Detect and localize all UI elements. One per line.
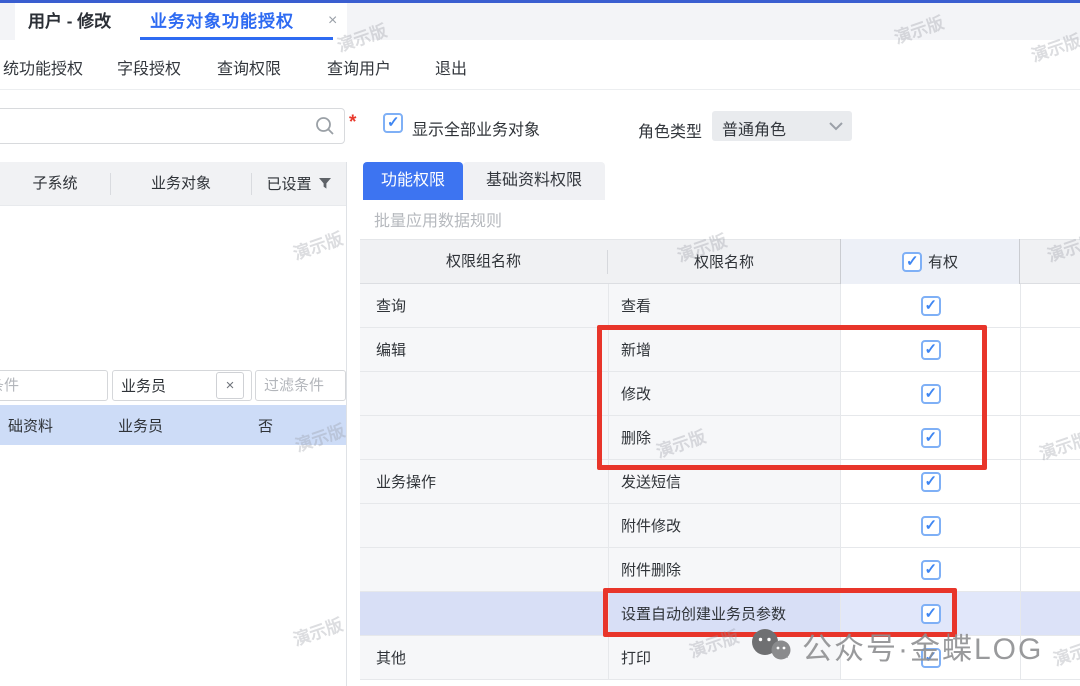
chevron-down-icon	[828, 121, 844, 131]
required-asterisk: *	[349, 112, 356, 134]
permission-table-body: 查询 查看 编辑 新增 修改 删除 业务操作 发送短信	[360, 284, 1080, 680]
clear-filter-button[interactable]: ×	[216, 372, 244, 399]
menu-item-field-auth[interactable]: 字段授权	[117, 55, 181, 79]
cell-subsystem: 础资料	[0, 415, 110, 436]
cell-empty	[1020, 636, 1080, 680]
cell-empty	[1020, 548, 1080, 592]
granted-checkbox[interactable]	[921, 340, 941, 360]
granted-checkbox[interactable]	[921, 560, 941, 580]
cell-empty	[1020, 416, 1080, 460]
menu-item-query-user[interactable]: 查询用户	[327, 55, 391, 79]
granted-header-label: 有权	[928, 251, 958, 272]
cell-empty	[1020, 372, 1080, 416]
role-type-label: 角色类型	[638, 118, 702, 142]
cell-empty	[1020, 328, 1080, 372]
cell-granted	[840, 460, 1020, 504]
granted-checkbox[interactable]	[921, 296, 941, 316]
business-object-list-panel: 子系统 业务对象 已设置 × 础资料 业务员 否	[0, 162, 347, 686]
filter-input-is-set[interactable]	[255, 370, 346, 401]
table-row[interactable]: 删除	[360, 416, 1080, 460]
menu-item-query-permission[interactable]: 查询权限	[217, 55, 281, 79]
table-row[interactable]: 础资料 业务员 否	[0, 405, 346, 445]
cell-permission-group: 业务操作	[360, 460, 608, 504]
cell-empty	[1020, 460, 1080, 504]
role-type-value: 普通角色	[722, 116, 786, 140]
granted-checkbox[interactable]	[921, 384, 941, 404]
column-header-permission-name[interactable]: 权限名称	[608, 251, 840, 272]
cell-empty	[1020, 592, 1080, 636]
column-header-permission-group[interactable]: 权限组名称	[360, 250, 608, 274]
window-tab-user-edit[interactable]: 用户 - 修改	[28, 3, 111, 40]
close-icon[interactable]: ×	[328, 10, 337, 32]
granted-checkbox[interactable]	[921, 472, 941, 492]
cell-permission-name: 删除	[608, 416, 840, 460]
cell-granted	[840, 416, 1020, 460]
menu-item-system-auth[interactable]: 统功能授权	[3, 55, 83, 79]
cell-empty	[1020, 504, 1080, 548]
column-header-is-set-label: 已设置	[266, 173, 311, 194]
filter-input-subsystem[interactable]	[0, 370, 108, 401]
tab-function-permission[interactable]: 功能权限	[363, 162, 463, 200]
cell-granted	[840, 284, 1020, 328]
search-input[interactable]	[0, 108, 345, 144]
window-tab-bizobj-auth[interactable]: 业务对象功能授权	[150, 3, 294, 40]
column-header-subsystem[interactable]: 子系统	[0, 173, 111, 195]
cell-granted	[840, 372, 1020, 416]
cell-permission-group	[360, 372, 608, 416]
table-row[interactable]: 其他 打印	[360, 636, 1080, 680]
cell-permission-group	[360, 416, 608, 460]
app-window: 用户 - 修改 业务对象功能授权 × 统功能授权 字段授权 查询权限 查询用户 …	[0, 0, 1080, 686]
search-icon	[314, 115, 336, 137]
batch-apply-rule-button[interactable]: 批量应用数据规则	[374, 207, 502, 231]
cell-permission-name: 打印	[608, 636, 840, 680]
column-header-is-set[interactable]: 已设置	[252, 173, 346, 194]
filter-funnel-icon[interactable]	[318, 177, 332, 190]
permission-table-header: 权限组名称 权限名称 有权	[360, 239, 1080, 284]
table-row[interactable]: 修改	[360, 372, 1080, 416]
table-row[interactable]: 查询 查看	[360, 284, 1080, 328]
tab-basedata-permission[interactable]: 基础资料权限	[463, 162, 605, 200]
table-row[interactable]: 编辑 新增	[360, 328, 1080, 372]
granted-checkbox[interactable]	[921, 428, 941, 448]
column-header-business-object[interactable]: 业务对象	[111, 173, 252, 195]
cell-granted	[840, 504, 1020, 548]
cell-granted	[840, 592, 1020, 636]
cell-permission-name: 设置自动创建业务员参数	[608, 592, 840, 636]
cell-granted	[840, 548, 1020, 592]
cell-permission-group	[360, 548, 608, 592]
cell-permission-name: 新增	[608, 328, 840, 372]
cell-permission-name: 发送短信	[608, 460, 840, 504]
cell-permission-group: 编辑	[360, 328, 608, 372]
table-row-selected[interactable]: 设置自动创建业务员参数	[360, 592, 1080, 636]
cell-permission-group	[360, 592, 608, 636]
cell-permission-name: 附件删除	[608, 548, 840, 592]
show-all-checkbox[interactable]	[383, 113, 403, 133]
granted-checkbox[interactable]	[921, 516, 941, 536]
left-table-header: 子系统 业务对象 已设置	[0, 162, 346, 206]
granted-header-checkbox[interactable]	[902, 252, 922, 272]
cell-is-set: 否	[250, 415, 346, 436]
cell-granted	[840, 636, 1020, 680]
column-header-granted[interactable]: 有权	[840, 239, 1020, 284]
table-row[interactable]: 业务操作 发送短信	[360, 460, 1080, 504]
cell-permission-group: 查询	[360, 284, 608, 328]
granted-checkbox[interactable]	[921, 648, 941, 668]
table-row[interactable]: 附件删除	[360, 548, 1080, 592]
granted-checkbox[interactable]	[921, 604, 941, 624]
cell-permission-group	[360, 504, 608, 548]
cell-empty	[1020, 284, 1080, 328]
cell-permission-group: 其他	[360, 636, 608, 680]
menu-item-exit[interactable]: 退出	[435, 55, 467, 79]
cell-granted	[840, 328, 1020, 372]
cell-permission-name: 附件修改	[608, 504, 840, 548]
cell-permission-name: 修改	[608, 372, 840, 416]
cell-business-object: 业务员	[110, 415, 250, 436]
show-all-label: 显示全部业务对象	[412, 116, 540, 140]
table-row[interactable]: 附件修改	[360, 504, 1080, 548]
cell-permission-name: 查看	[608, 284, 840, 328]
